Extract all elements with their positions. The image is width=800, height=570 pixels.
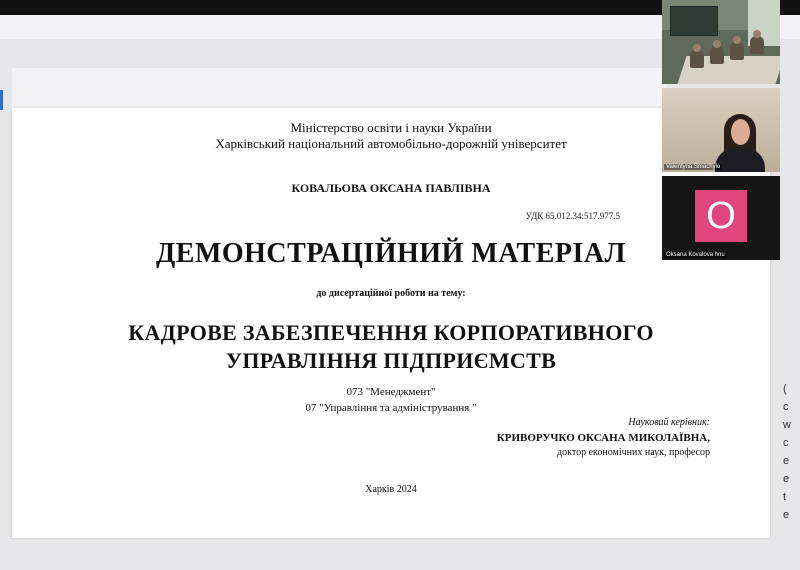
- page-header-band: [12, 68, 667, 109]
- attendee-head: [753, 30, 761, 38]
- university-text: Харківський національний автомобільно-до…: [215, 136, 567, 151]
- topic-line-2: УПРАВЛІННЯ ПІДПРИЄМСТВ: [225, 348, 557, 373]
- specialty-line-1: 073 "Менеджмент": [346, 386, 436, 398]
- attendee-figure: [730, 42, 744, 60]
- supervisor-label: Науковий керівник:: [628, 417, 710, 428]
- city-year: Харків 2024: [365, 484, 417, 495]
- slide-title: ДЕМОНСТРАЦІЙНИЙ МАТЕРІАЛ: [156, 238, 626, 269]
- attendee-figure: [750, 36, 764, 54]
- topic-line-1: КАДРОВЕ ЗАБЕЗПЕЧЕННЯ КОРПОРАТИВНОГО: [128, 320, 654, 345]
- author-name: КОВАЛЬОВА ОКСАНА ПАВЛІВНА: [291, 181, 491, 195]
- strip-char: e: [783, 473, 790, 485]
- supervisor-name: КРИВОРУЧКО ОКСАНА МИКОЛАЇВНА,: [496, 432, 710, 444]
- avatar: O: [695, 190, 747, 242]
- strip-char: (: [783, 383, 787, 395]
- attendee-head: [713, 40, 721, 48]
- video-tile-participant[interactable]: Valentyna Smachylo: [662, 88, 780, 172]
- strip-char: e: [783, 455, 790, 467]
- attendee-figure: [690, 50, 704, 68]
- attendee-head: [693, 44, 701, 52]
- ministry-text: Міністерство освіти і науки України: [290, 120, 492, 135]
- strip-char: w: [783, 419, 791, 431]
- room-blackboard: [670, 6, 718, 36]
- slide-subtitle: до дисертаційної роботи на тему:: [316, 288, 466, 299]
- participant-body: [715, 148, 765, 172]
- strip-char: c: [783, 437, 789, 449]
- slide-page: Міністерство освіти і науки України Харк…: [12, 108, 770, 538]
- supervisor-title: доктор економічних наук, професор: [557, 447, 710, 458]
- participant-face: [731, 119, 750, 145]
- attendee-head: [733, 36, 741, 44]
- video-tile-room[interactable]: [662, 0, 780, 84]
- strip-char: c: [783, 401, 789, 413]
- attendee-figure: [710, 46, 724, 64]
- strip-char: t: [783, 491, 787, 503]
- specialty-line-2: 07 "Управління та адміністрування ": [305, 402, 477, 414]
- udk-code: УДК 65.012.34:517.977.5: [525, 211, 620, 221]
- avatar-name-tag: Oksana Kovalova hnu: [664, 252, 727, 258]
- left-edge-tab[interactable]: [0, 90, 3, 110]
- participant-name-tag: Valentyna Smachylo: [664, 164, 723, 170]
- video-tile-avatar[interactable]: O Oksana Kovalova hnu: [662, 176, 780, 260]
- strip-char: e: [783, 509, 790, 521]
- right-edge-strip: ( c w c e e t e: [783, 380, 800, 550]
